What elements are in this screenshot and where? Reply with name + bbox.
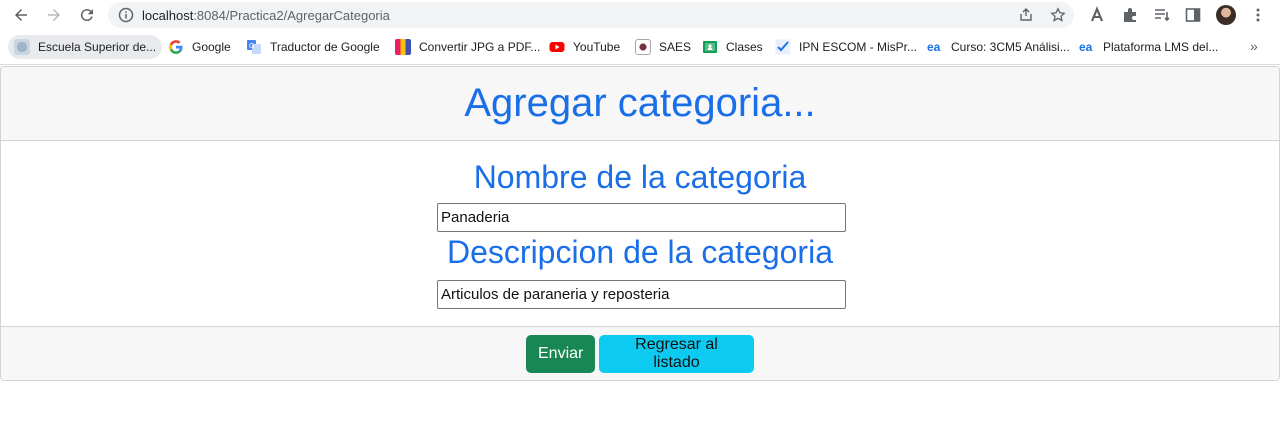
bookmark-convertir[interactable]: Convertir JPG a PDF... (395, 35, 540, 59)
category-description-input[interactable] (437, 280, 846, 309)
page-title: Agregar categoria... (464, 81, 816, 125)
bookmark-label: Convertir JPG a PDF... (419, 40, 541, 54)
site-info-icon[interactable] (118, 7, 134, 23)
forward-icon[interactable] (41, 2, 67, 28)
category-form-card: Agregar categoria... Nombre de la catego… (0, 66, 1280, 381)
google-icon (168, 39, 184, 55)
svg-text:G: G (249, 43, 254, 50)
bookmark-youtube[interactable]: YouTube (549, 35, 620, 59)
bookmark-traductor[interactable]: G Traductor de Google (246, 35, 380, 59)
card-header: Agregar categoria... (1, 67, 1279, 141)
bookmark-clases[interactable]: Clases (702, 35, 763, 59)
bookmark-curso[interactable]: ea Curso: 3CM5 Análisi... (927, 35, 1070, 59)
classroom-icon (702, 39, 718, 55)
extensions-puzzle-icon[interactable] (1121, 6, 1139, 24)
escom-logo-icon (14, 39, 30, 55)
bookmark-label: SAES (659, 40, 692, 54)
bookmark-label: Plataforma LMS del... (1103, 40, 1219, 54)
bookmark-label: Escuela Superior de... (38, 40, 157, 54)
side-panel-icon[interactable] (1184, 6, 1202, 24)
bookmark-plataforma[interactable]: ea Plataforma LMS del... (1079, 35, 1218, 59)
saes-icon (635, 39, 651, 55)
extension-logo-icon[interactable] (1088, 6, 1106, 24)
url-text[interactable]: localhost:8084/Practica2/AgregarCategori… (142, 8, 390, 23)
reading-list-icon[interactable] (1153, 6, 1171, 24)
bookmark-escuela[interactable]: Escuela Superior de... (8, 35, 163, 59)
youtube-icon (549, 39, 565, 55)
bookmark-label: Curso: 3CM5 Análisi... (951, 40, 1070, 54)
submit-button[interactable]: Enviar (526, 334, 595, 373)
back-icon[interactable] (8, 2, 34, 28)
bookmarks-bar: Escuela Superior de... Google G Traducto… (0, 33, 1280, 61)
translate-icon: G (246, 39, 262, 55)
back-to-list-button[interactable]: Regresar al listado (599, 334, 754, 373)
description-label: Descripcion de la categoria (447, 234, 833, 270)
more-bookmarks-icon[interactable]: » (1250, 38, 1258, 54)
card-footer: Enviar Regresar al listado (1, 326, 1279, 380)
card-body: Nombre de la categoria Descripcion de la… (1, 141, 1279, 326)
address-bar[interactable]: localhost:8084/Practica2/AgregarCategori… (108, 2, 1074, 28)
star-icon[interactable] (1050, 7, 1066, 23)
name-label: Nombre de la categoria (473, 159, 807, 195)
bookmark-google[interactable]: Google (168, 35, 231, 59)
bookmark-label: Traductor de Google (270, 40, 380, 54)
menu-kebab-icon[interactable] (1249, 6, 1267, 24)
check-icon (775, 39, 791, 55)
bookmark-saes[interactable]: SAES (635, 35, 691, 59)
bookmark-label: YouTube (573, 40, 621, 54)
ea-icon: ea (927, 40, 941, 54)
category-name-input[interactable] (437, 203, 846, 232)
bookmark-ipn-escom[interactable]: IPN ESCOM - MisPr... (775, 35, 917, 59)
reload-icon[interactable] (74, 2, 100, 28)
browser-toolbar: localhost:8084/Practica2/AgregarCategori… (0, 0, 1280, 30)
converter-icon (395, 39, 411, 55)
ea-icon: ea (1079, 40, 1093, 54)
share-icon[interactable] (1018, 7, 1034, 23)
profile-avatar[interactable] (1216, 5, 1236, 25)
bookmark-label: Clases (726, 40, 763, 54)
chrome-divider (0, 64, 1280, 65)
bookmark-label: Google (192, 40, 231, 54)
bookmark-label: IPN ESCOM - MisPr... (799, 40, 918, 54)
